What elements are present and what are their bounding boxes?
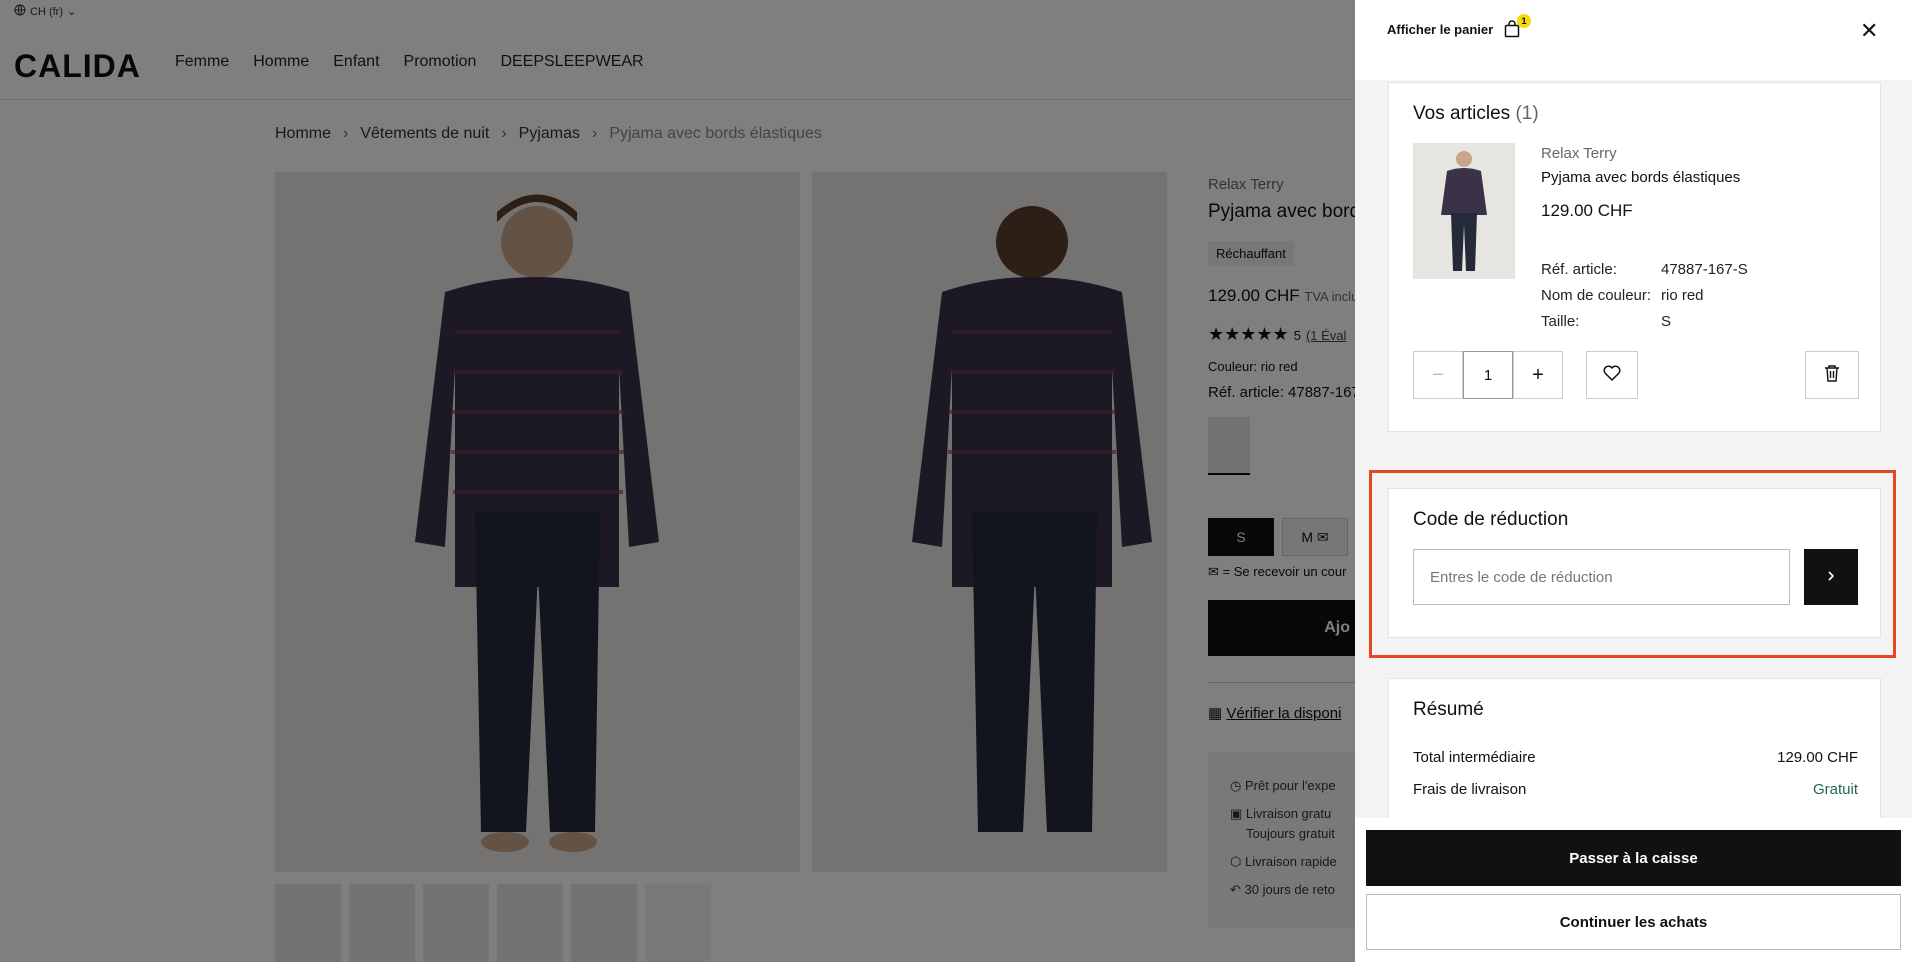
subtotal-row: Total intermédiaire 129.00 CHF [1413, 749, 1858, 766]
items-heading: Vos articles (1) [1413, 103, 1539, 125]
attr-value: rio red [1661, 287, 1704, 304]
shipping-label: Frais de livraison [1413, 781, 1527, 798]
cart-title[interactable]: Afficher le panier [1387, 22, 1493, 37]
subtotal-value: 129.00 CHF [1777, 749, 1858, 766]
quantity-input[interactable]: 1 [1463, 351, 1513, 399]
cart-item-ref: Réf. article: 47887-167-S [1541, 261, 1748, 278]
cart-footer: Passer à la caisse Continuer les achats [1355, 818, 1912, 962]
continue-shopping-button[interactable]: Continuer les achats [1366, 894, 1901, 950]
cart-item-size: Taille: S [1541, 313, 1671, 330]
cart-item-image[interactable] [1413, 143, 1515, 279]
remove-item-button[interactable] [1805, 351, 1859, 399]
cart-item-name[interactable]: Pyjama avec bords élastiques [1541, 169, 1740, 186]
cart-header: Afficher le panier 1 ✕ [1355, 0, 1912, 80]
discount-code-card: Code de réduction [1388, 488, 1881, 638]
wishlist-button[interactable] [1586, 351, 1638, 399]
attr-label: Nom de couleur: [1541, 287, 1652, 304]
quantity-increase-button[interactable]: + [1513, 351, 1563, 399]
attr-value: 47887-167-S [1661, 261, 1748, 278]
cart-items-card: Vos articles (1) Relax Terry Pyjama avec… [1388, 82, 1881, 432]
apply-discount-button[interactable] [1804, 549, 1858, 605]
attr-label: Réf. article: [1541, 261, 1617, 278]
quantity-stepper: − 1 + [1413, 351, 1563, 399]
shipping-row: Frais de livraison Gratuit [1413, 781, 1858, 798]
page-overlay[interactable] [0, 0, 1355, 962]
items-heading-text: Vos articles [1413, 103, 1511, 124]
subtotal-label: Total intermédiaire [1413, 749, 1536, 766]
quantity-decrease-button[interactable]: − [1413, 351, 1463, 399]
cart-count-badge: 1 [1517, 14, 1531, 28]
checkout-button[interactable]: Passer à la caisse [1366, 830, 1901, 886]
chevron-right-icon [1826, 570, 1836, 585]
cart-item-price: 129.00 CHF [1541, 201, 1633, 220]
discount-heading: Code de réduction [1413, 509, 1569, 530]
heart-icon [1603, 365, 1621, 386]
discount-code-input[interactable] [1413, 549, 1790, 605]
summary-heading: Résumé [1413, 699, 1484, 720]
close-icon[interactable]: ✕ [1860, 20, 1878, 42]
attr-value: S [1661, 313, 1672, 330]
order-summary-card: Résumé Total intermédiaire 129.00 CHF Fr… [1388, 678, 1881, 838]
cart-drawer: Afficher le panier 1 ✕ Vos articles (1) … [1355, 0, 1912, 962]
cart-item-brand: Relax Terry [1541, 145, 1617, 162]
trash-icon [1824, 364, 1840, 387]
attr-label: Taille: [1541, 313, 1580, 330]
shipping-value: Gratuit [1812, 781, 1858, 798]
items-count: (1) [1515, 103, 1539, 124]
cart-item-color: Nom de couleur: rio red [1541, 287, 1704, 304]
